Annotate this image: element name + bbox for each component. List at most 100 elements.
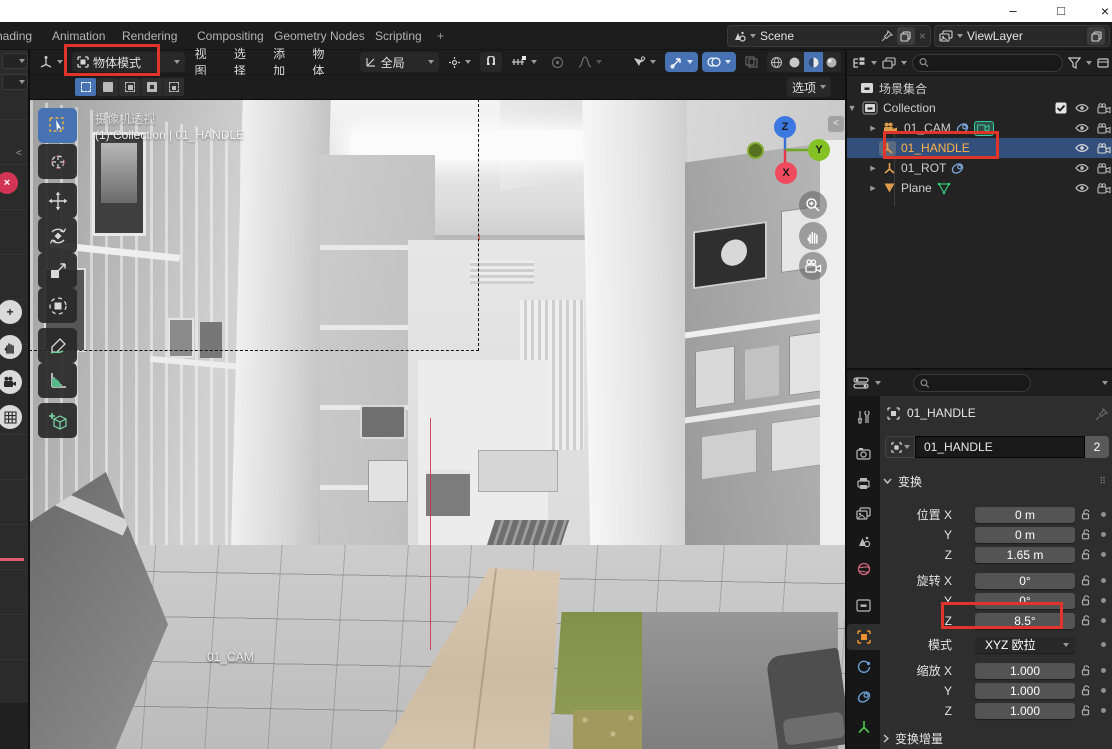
new-collection-icon[interactable] [1097, 57, 1109, 69]
disable-render-camera-icon[interactable] [1097, 163, 1112, 174]
shading-solid-button[interactable] [786, 52, 804, 72]
workspace-tab-shading-partial[interactable]: hading [0, 22, 32, 50]
shading-material-button[interactable] [804, 52, 822, 72]
outliner-row-scene-collection[interactable]: 场景集合 [847, 78, 1112, 98]
viewport-camera-button[interactable] [799, 252, 827, 280]
disable-render-camera-icon[interactable] [1097, 143, 1112, 154]
lock-icon[interactable] [1081, 615, 1091, 626]
snap-toggle[interactable] [480, 52, 502, 72]
outliner-search-input[interactable] [933, 57, 1056, 69]
object-name-field[interactable]: 01_HANDLE [915, 436, 1085, 458]
left-collapse-arrow[interactable]: < [16, 148, 22, 159]
lock-icon[interactable] [1081, 509, 1091, 520]
collapse-arrow-icon[interactable]: ► [868, 183, 878, 193]
collapse-arrow-icon[interactable]: ▼ [847, 103, 857, 113]
tab-output[interactable] [847, 470, 880, 496]
rotation-x-field[interactable]: 0° [975, 573, 1075, 589]
shading-rendered-button[interactable] [823, 52, 841, 72]
window-close-button[interactable]: × [1090, 0, 1112, 22]
outliner-row-plane[interactable]: ► Plane [847, 178, 1112, 198]
tab-render[interactable] [847, 440, 880, 466]
users-count-badge[interactable]: 2 [1085, 436, 1109, 458]
collapse-arrow-icon[interactable]: ► [868, 163, 878, 173]
xray-toggle[interactable] [740, 52, 763, 72]
hide-eye-icon[interactable] [1075, 103, 1089, 113]
location-x-field[interactable]: 0 m [975, 507, 1075, 523]
disable-render-camera-icon[interactable] [1097, 183, 1112, 194]
falloff-dropdown[interactable] [573, 52, 607, 72]
select-mode-intersect[interactable] [163, 78, 184, 96]
workspace-tab-add-button[interactable]: + [437, 22, 444, 50]
axis-neg-y-ball[interactable] [747, 142, 764, 159]
lock-icon[interactable] [1081, 529, 1091, 540]
select-mode-subtract[interactable] [119, 78, 140, 96]
axis-y-ball[interactable]: Y [808, 139, 830, 161]
scale-y-field[interactable]: 1.000 [975, 683, 1075, 699]
lock-icon[interactable] [1081, 685, 1091, 696]
3d-viewport[interactable]: 01_CAM 摄像机透视 (1) Collection | 01_HANDLE … [30, 100, 845, 749]
new-scene-button[interactable] [897, 27, 915, 45]
proportional-editing-toggle[interactable] [546, 52, 569, 72]
move-tool[interactable] [38, 183, 77, 218]
scale-z-field[interactable]: 1.000 [975, 703, 1075, 719]
location-y-field[interactable]: 0 m [975, 527, 1075, 543]
viewlayer-selector[interactable]: ViewLayer [934, 25, 1110, 47]
viewport-pan-button[interactable] [799, 222, 827, 250]
menu-view[interactable]: 视图 [189, 45, 224, 79]
menu-add[interactable]: 添加 [267, 45, 302, 79]
pivot-point-dropdown[interactable] [443, 52, 476, 72]
select-mode-extend[interactable] [97, 78, 118, 96]
hide-eye-icon[interactable] [1075, 143, 1089, 153]
menu-object[interactable]: 物体 [306, 45, 341, 79]
transform-tool[interactable] [38, 288, 77, 323]
hide-eye-icon[interactable] [1075, 123, 1089, 133]
editor-type-selector[interactable] [34, 52, 68, 72]
animate-dot[interactable] [1101, 512, 1106, 517]
select-box-tool[interactable] [38, 108, 77, 143]
window-maximize-button[interactable]: □ [1046, 0, 1076, 22]
chevron-down-icon[interactable] [1102, 381, 1108, 385]
axis-x-ball[interactable]: X [775, 162, 797, 184]
collapse-arrow-icon[interactable]: ► [868, 123, 878, 133]
transform-panel-header[interactable]: 变换 ⠿ [883, 470, 1111, 492]
delta-transform-header[interactable]: 变换增量 [883, 730, 943, 747]
animate-dot[interactable] [1101, 668, 1106, 673]
navigation-gizmo[interactable]: Z Y X [735, 110, 840, 200]
add-cube-tool[interactable] [38, 403, 77, 438]
outliner-search[interactable] [912, 54, 1063, 72]
lock-icon[interactable] [1081, 665, 1091, 676]
disable-render-camera-icon[interactable] [1097, 103, 1112, 114]
outliner-row-01-rot[interactable]: ► 01_ROT [847, 158, 1112, 178]
object-id-icon[interactable] [885, 436, 915, 458]
animate-dot[interactable] [1101, 532, 1106, 537]
outliner-editor-icon[interactable] [852, 57, 866, 69]
pin-id-icon[interactable] [1095, 408, 1108, 421]
animate-dot[interactable] [1101, 618, 1106, 623]
lock-icon[interactable] [1081, 595, 1091, 606]
animate-dot[interactable] [1101, 598, 1106, 603]
active-gizmo-dropdown[interactable] [665, 52, 698, 72]
menu-select[interactable]: 选择 [228, 45, 263, 79]
properties-search[interactable] [913, 374, 1031, 392]
collection-checkbox[interactable] [1055, 102, 1067, 114]
tool-options-dropdown[interactable]: 选项 [787, 77, 831, 97]
left-editor-dropdown-2[interactable] [2, 74, 28, 90]
animate-dot[interactable] [1101, 578, 1106, 583]
panel-drag-handle[interactable]: ⠿ [1099, 476, 1107, 487]
breadcrumb-object-name[interactable]: 01_HANDLE [907, 406, 976, 420]
scale-x-field[interactable]: 1.000 [975, 663, 1075, 679]
overlays-dropdown[interactable] [702, 52, 736, 72]
display-mode-icon[interactable] [882, 57, 896, 69]
properties-editor-icon[interactable] [853, 376, 869, 390]
lock-icon[interactable] [1081, 575, 1091, 586]
cursor-tool[interactable] [38, 144, 77, 179]
properties-search-input[interactable] [934, 377, 1024, 389]
select-mode-new[interactable] [75, 78, 96, 96]
left-editor-dropdown-1[interactable] [2, 53, 28, 69]
transform-orientation-dropdown[interactable]: 全局 [360, 52, 440, 72]
workspace-tab-scripting[interactable]: Scripting [375, 22, 422, 50]
rotation-mode-dropdown[interactable]: XYZ 欧拉 [975, 637, 1075, 653]
viewport-zoom-button[interactable] [799, 191, 827, 219]
filter-icon[interactable] [1068, 57, 1081, 69]
scene-selector[interactable]: Scene × [727, 25, 931, 47]
